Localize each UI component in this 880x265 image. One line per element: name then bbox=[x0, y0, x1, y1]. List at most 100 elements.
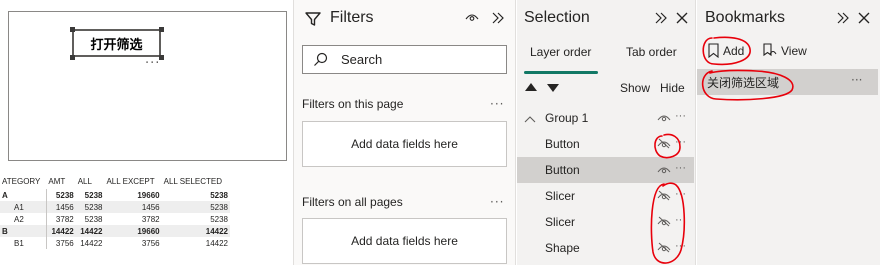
resize-handle[interactable] bbox=[159, 27, 164, 32]
eye-hidden-icon[interactable] bbox=[657, 190, 671, 204]
matrix-row[interactable]: A1 1456 5238 1456 5238 bbox=[0, 201, 230, 213]
view-bookmarks-button[interactable]: View bbox=[763, 43, 807, 58]
tab-layer-order[interactable]: Layer order bbox=[530, 45, 591, 59]
drop-zone-label: Add data fields here bbox=[351, 137, 458, 151]
matrix-cell: 14422 bbox=[45, 225, 76, 237]
hide-all-button[interactable]: Hide bbox=[660, 81, 685, 95]
bookmarks-title: Bookmarks bbox=[705, 9, 786, 26]
close-icon[interactable] bbox=[858, 12, 870, 24]
selection-title: Selection bbox=[524, 9, 590, 26]
matrix-cell: B bbox=[0, 225, 47, 237]
bookmark-item-label: 关闭筛选区域 bbox=[707, 75, 780, 90]
layer-label: Button bbox=[545, 163, 580, 177]
filters-page-more-button[interactable]: ··· bbox=[490, 97, 504, 111]
filters-on-all-pages-label: Filters on all pages bbox=[302, 195, 403, 209]
collapse-selection-icon[interactable] bbox=[654, 12, 668, 24]
collapse-filters-icon[interactable] bbox=[491, 12, 505, 24]
matrix-body: A 5238 5238 19660 5238 A1 1456 5238 1456 5238 A2 37… bbox=[0, 189, 230, 249]
matrix-cell: 5238 bbox=[75, 201, 105, 213]
layer-label: Group 1 bbox=[545, 111, 589, 125]
matrix-row[interactable]: A 5238 5238 19660 5238 bbox=[0, 189, 230, 201]
matrix-column-header[interactable]: ALL SELECTED bbox=[162, 176, 230, 189]
add-bookmark-button[interactable]: Add bbox=[708, 43, 744, 58]
matrix-cell: 5238 bbox=[45, 189, 76, 201]
layer-more-button[interactable]: ··· bbox=[675, 214, 686, 226]
matrix-cell: 19660 bbox=[137, 190, 160, 200]
close-icon[interactable] bbox=[676, 12, 688, 24]
bookmarks-pane: Bookmarks Add View 关闭筛选区域 ··· bbox=[697, 0, 880, 265]
eye-hidden-icon[interactable] bbox=[657, 242, 671, 256]
eye-icon[interactable] bbox=[657, 112, 671, 126]
matrix-cell: 19660 bbox=[104, 225, 162, 237]
matrix-column-header[interactable]: ALL bbox=[76, 176, 105, 189]
move-up-icon[interactable] bbox=[525, 83, 537, 91]
page-filters-drop-zone[interactable]: Add data fields here bbox=[302, 121, 507, 167]
matrix-cell: 3756 bbox=[141, 238, 160, 248]
layer-label: Slicer bbox=[545, 189, 576, 203]
layer-more-button[interactable]: ··· bbox=[675, 136, 686, 148]
move-down-icon[interactable] bbox=[547, 84, 559, 92]
matrix-visual[interactable]: ATEGORY AMT ALL ALL EXCEPT ALL SELECTED A 523… bbox=[0, 176, 230, 249]
layer-row[interactable]: Button ··· bbox=[517, 131, 694, 157]
matrix-column-header[interactable]: ATEGORY bbox=[0, 176, 46, 189]
matrix-cell: 14422 bbox=[161, 225, 230, 237]
view-bookmarks-label: View bbox=[781, 43, 807, 58]
layer-row[interactable]: Slicer ··· bbox=[517, 209, 694, 235]
layer-row[interactable]: Button ··· bbox=[517, 157, 694, 183]
show-all-button[interactable]: Show bbox=[620, 81, 650, 95]
filters-on-this-page-label: Filters on this page bbox=[302, 97, 404, 111]
eye-hidden-icon[interactable] bbox=[657, 138, 671, 152]
collapse-bookmarks-icon[interactable] bbox=[836, 12, 850, 24]
filters-search-input[interactable]: Search bbox=[302, 45, 507, 74]
filters-all-pages-more-button[interactable]: ··· bbox=[490, 195, 504, 209]
open-filter-button[interactable]: 打开筛选 bbox=[72, 29, 161, 57]
layer-more-button[interactable]: ··· bbox=[675, 240, 686, 252]
layer-label: Shape bbox=[545, 241, 580, 255]
matrix-cell: 1456 bbox=[45, 201, 76, 213]
layer-more-button[interactable]: ··· bbox=[675, 162, 686, 174]
resize-handle[interactable] bbox=[70, 55, 75, 60]
matrix-cell: 3756 bbox=[45, 237, 76, 249]
open-filter-button-label: 打开筛选 bbox=[90, 37, 143, 53]
visual-container[interactable]: 打开筛选 ··· bbox=[8, 11, 287, 161]
tab-tab-order[interactable]: Tab order bbox=[626, 45, 677, 59]
selection-pane: Selection Layer order Tab order Show Hid… bbox=[517, 0, 696, 265]
bookmark-item[interactable]: 关闭筛选区域 ··· bbox=[697, 69, 878, 95]
active-tab-indicator bbox=[524, 71, 598, 74]
bookmark-add-icon bbox=[708, 43, 719, 58]
visual-more-options[interactable]: ··· bbox=[145, 56, 160, 71]
filters-title: Filters bbox=[330, 9, 374, 26]
matrix-cell: A bbox=[2, 190, 8, 200]
matrix-row[interactable]: B 14422 14422 19660 14422 bbox=[0, 225, 230, 237]
matrix-cell: 5238 bbox=[210, 214, 228, 224]
matrix-cell: 14422 bbox=[205, 238, 228, 248]
eye-hidden-icon[interactable] bbox=[657, 216, 671, 230]
bookmark-more-button[interactable]: ··· bbox=[851, 73, 862, 87]
layer-label: Slicer bbox=[545, 215, 576, 229]
matrix-cell: 3782 bbox=[141, 214, 160, 224]
matrix-column-header[interactable]: ALL EXCEPT bbox=[104, 176, 161, 189]
layer-group-row[interactable]: Group 1 ··· bbox=[517, 105, 694, 131]
filters-pane: Filters Search Filters on this page ··· … bbox=[294, 0, 516, 265]
matrix-column-header[interactable]: AMT bbox=[46, 176, 75, 189]
matrix-cell: 14422 bbox=[75, 225, 105, 237]
layer-row[interactable]: Slicer ··· bbox=[517, 183, 694, 209]
layer-more-button[interactable]: ··· bbox=[675, 188, 686, 200]
layer-label: Button bbox=[545, 137, 580, 151]
matrix-cell: 5238 bbox=[84, 214, 103, 224]
view-icon bbox=[763, 43, 777, 57]
matrix-cell: 3782 bbox=[45, 213, 76, 225]
chevron-up-icon[interactable] bbox=[524, 112, 536, 126]
layer-more-button[interactable]: ··· bbox=[675, 110, 686, 122]
matrix-cell: A2 bbox=[14, 214, 24, 224]
drop-zone-label: Add data fields here bbox=[351, 234, 458, 248]
matrix-cell: 5238 bbox=[84, 190, 103, 200]
resize-handle[interactable] bbox=[70, 27, 75, 32]
eye-icon[interactable] bbox=[465, 12, 479, 22]
eye-icon[interactable] bbox=[657, 164, 671, 178]
matrix-row[interactable]: A2 3782 5238 3782 5238 bbox=[0, 213, 230, 225]
layer-row[interactable]: Shape ··· bbox=[517, 235, 694, 261]
matrix-row[interactable]: B1 3756 14422 3756 14422 bbox=[0, 237, 230, 249]
all-pages-filters-drop-zone[interactable]: Add data fields here bbox=[302, 218, 507, 264]
search-icon bbox=[314, 52, 328, 66]
